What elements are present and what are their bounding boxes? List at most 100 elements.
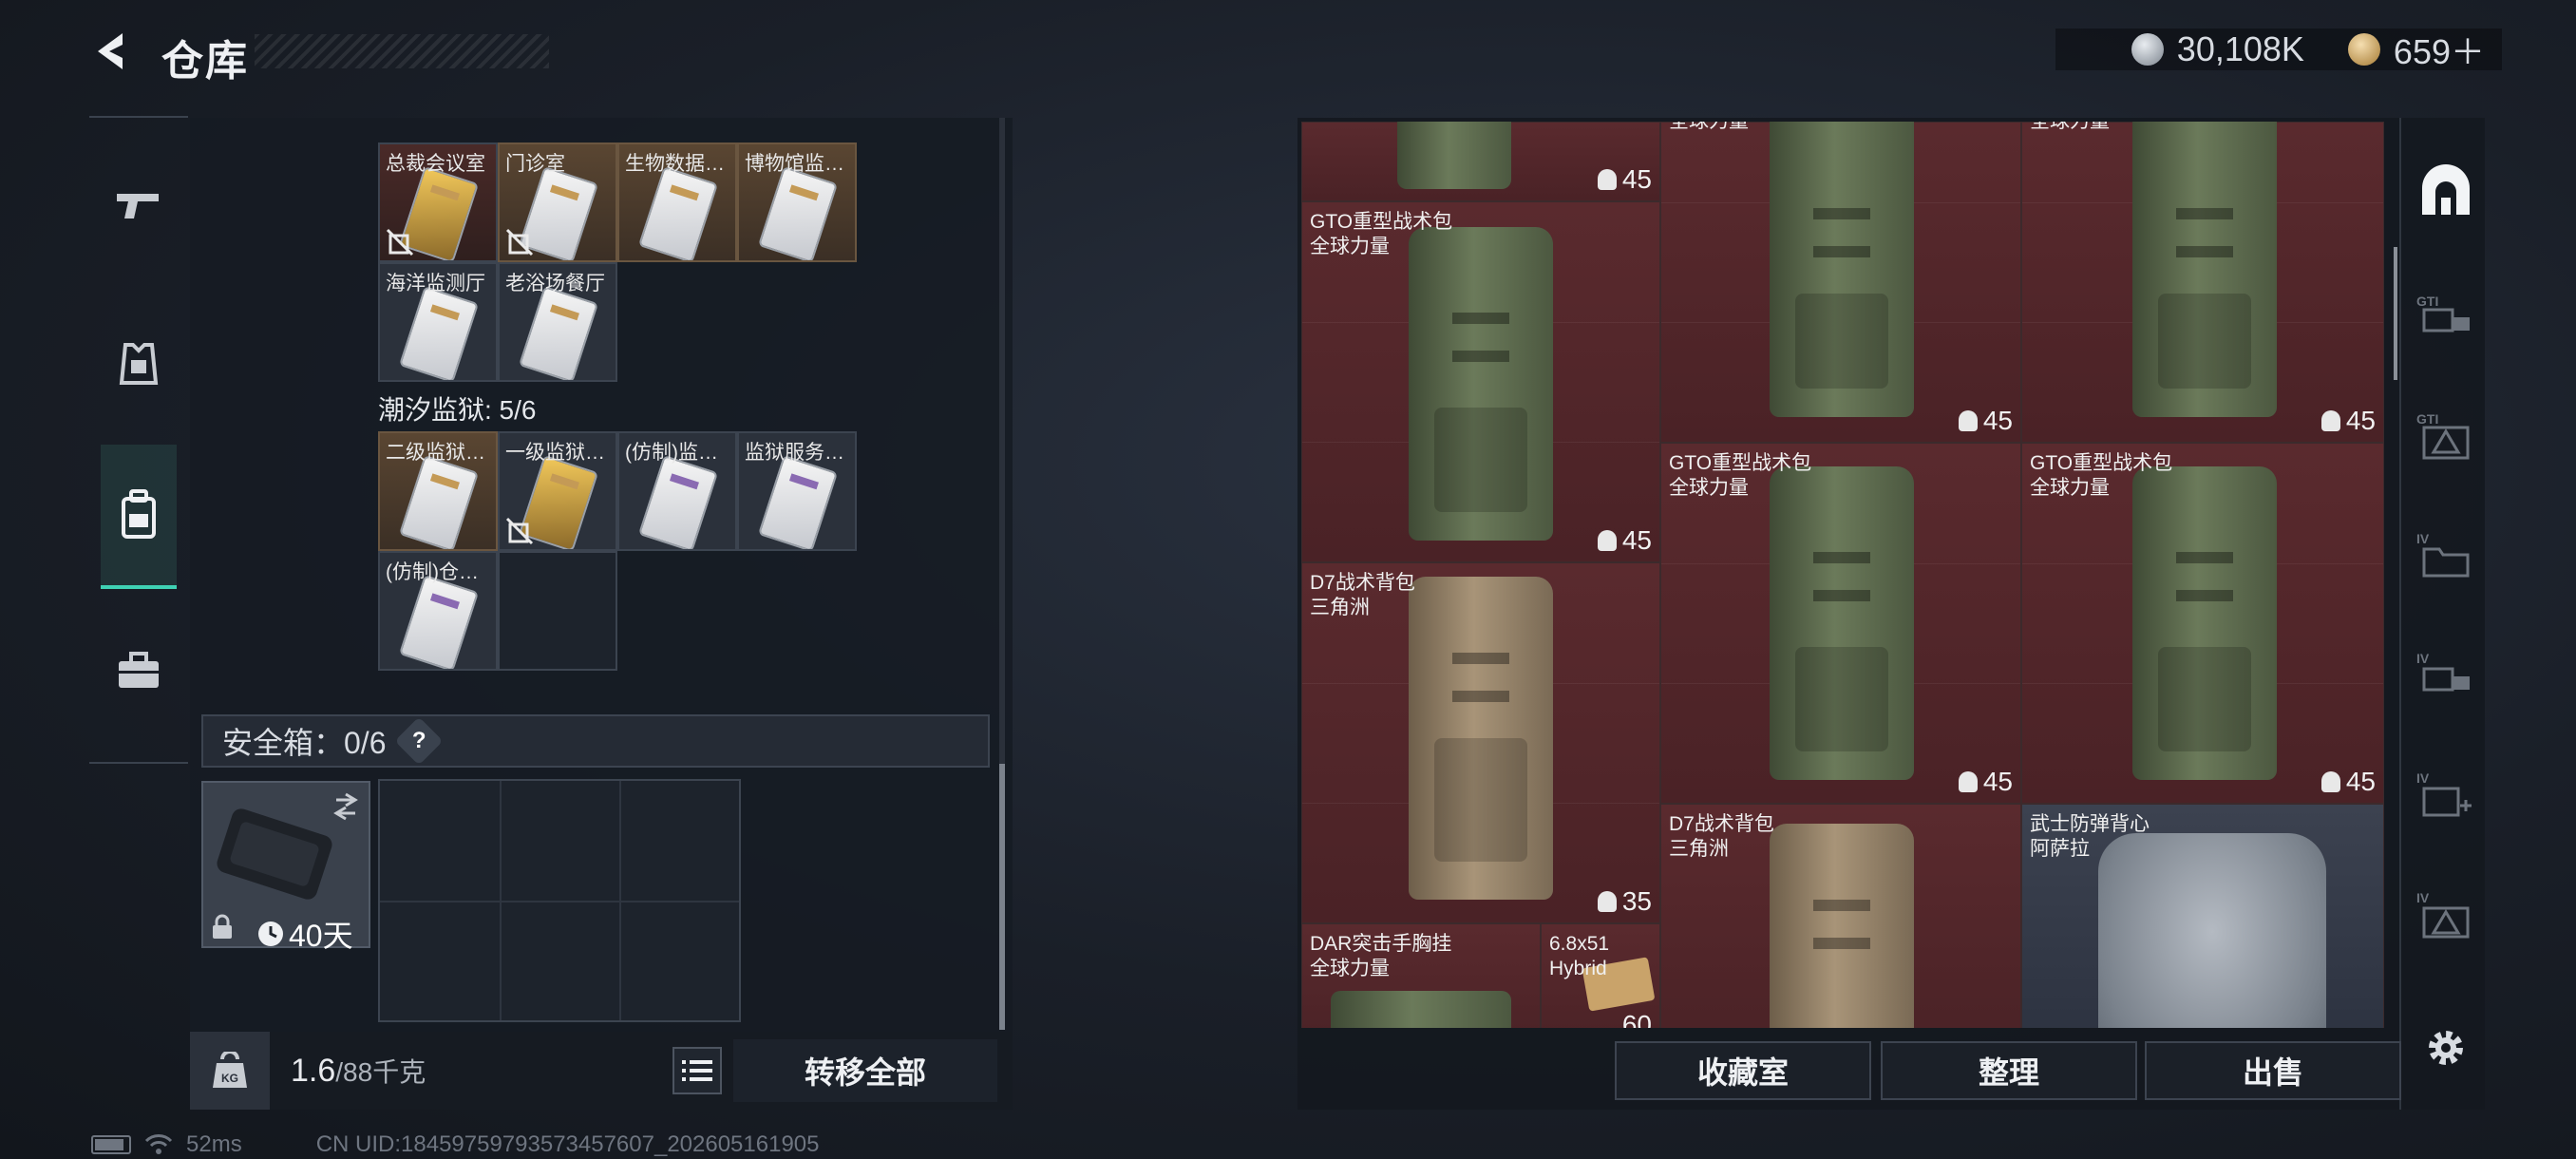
- weight-max: /88千克: [335, 1057, 426, 1087]
- safebox-label: 安全箱：0/6: [222, 726, 387, 760]
- empty-keycard-slot[interactable]: [498, 551, 617, 671]
- ping-text: 52ms: [186, 1131, 242, 1157]
- group-label-tidal-prison: 潮汐监狱: 5/6: [378, 395, 537, 425]
- keycard-name: 二级监狱…: [386, 442, 485, 464]
- stash-item-gto-2[interactable]: GTO重型战术包 全球力量 45: [1660, 443, 2021, 804]
- keycard-slot[interactable]: 门诊室: [498, 142, 617, 262]
- keycard-slot[interactable]: (仿制)仓…: [378, 551, 498, 671]
- stash-item-d7-1[interactable]: D7战术背包 三角洲 35: [1301, 562, 1660, 923]
- keycard-icon: [398, 454, 480, 549]
- keycard-icon: [518, 285, 599, 380]
- stash-scrollbar[interactable]: [2394, 247, 2397, 380]
- sort-button[interactable]: 整理: [1881, 1041, 2137, 1100]
- svg-text:IV: IV: [2416, 651, 2430, 666]
- armor-icon: [119, 343, 159, 385]
- nav-weapons[interactable]: [99, 165, 179, 245]
- keycard-slot[interactable]: 老浴场餐厅: [498, 262, 617, 382]
- keycard-name: (仿制)监…: [625, 442, 718, 464]
- stash-tab-iv-1[interactable]: IV: [2416, 526, 2475, 585]
- status-bar: 52ms CN UID:18459759793573457607_2026051…: [91, 1130, 820, 1159]
- item-name: D7战术背包 三角洲: [1310, 572, 1415, 618]
- stash-item-d7-2[interactable]: D7战术背包 三角洲: [1660, 804, 2021, 1028]
- keycard-name: 一级监狱…: [505, 442, 605, 464]
- keycard-slot[interactable]: 海洋监测厅: [378, 262, 498, 382]
- currency-bar: 30,108K 659＋: [2055, 28, 2502, 71]
- durability-icon: [1597, 530, 1617, 551]
- nav-armor[interactable]: [99, 325, 179, 405]
- stash-item-dar-rig[interactable]: DAR突击手胸挂 全球力量: [1301, 923, 1541, 1028]
- stash-item-gto-1[interactable]: GTO重型战术包 全球力量 45: [1301, 201, 1660, 562]
- gear-icon: [2429, 1031, 2463, 1065]
- keycard-name: 监狱服务…: [745, 442, 844, 464]
- nav-backpack[interactable]: [101, 445, 177, 589]
- nav-toolbox[interactable]: [99, 631, 179, 711]
- battery-icon: [91, 1135, 131, 1154]
- stash-item-ammo[interactable]: 6.8x51 Hybrid 60: [1541, 923, 1660, 1028]
- safebox-grid[interactable]: [378, 779, 741, 1022]
- keycard-slot[interactable]: (仿制)监…: [617, 431, 737, 551]
- silver-coin-icon: [2131, 33, 2164, 66]
- keycard-name: 生物数据…: [625, 153, 725, 175]
- help-icon[interactable]: ?: [394, 716, 443, 766]
- stash-item-samurai-vest[interactable]: 武士防弹背心 阿萨拉: [2021, 804, 2384, 1028]
- inventory-footer: KG 1.6/88千克 转移全部: [190, 1032, 1013, 1110]
- iv-truck-icon: IV: [2416, 651, 2470, 692]
- wifi-icon: [144, 1134, 173, 1154]
- item-name: 6.8x51 Hybrid: [1549, 933, 1610, 979]
- weight-readout: 1.6/88千克: [291, 1052, 426, 1090]
- transfer-all-button[interactable]: 转移全部: [733, 1039, 997, 1102]
- stash-page-nav: GTI GTI IV IV IV IV: [2399, 118, 2485, 1110]
- sell-button[interactable]: 出售: [2145, 1041, 2401, 1100]
- keycard-name: 总裁会议室: [386, 153, 485, 175]
- item-name: 全球力量: [2030, 122, 2110, 134]
- stash-tab-gti-1[interactable]: GTI: [2416, 287, 2475, 346]
- gti-truck-icon: GTI: [2416, 294, 2470, 332]
- durability-icon: [1958, 410, 1978, 431]
- stash-tab-iv-2[interactable]: IV: [2416, 646, 2475, 705]
- keycard-icon: [398, 574, 480, 669]
- keycard-slot[interactable]: 监狱服务…: [737, 431, 857, 551]
- collection-room-button[interactable]: 收藏室: [1615, 1041, 1871, 1100]
- weight-icon: KG: [190, 1032, 270, 1110]
- list-view-button[interactable]: [672, 1047, 722, 1094]
- keycard-slot[interactable]: 一级监狱…: [498, 431, 617, 551]
- stash-grid[interactable]: 45 GTO重型战术包 全球力量 45 D7战术背包 三角洲 35 DAR突击手胸挂…: [1301, 122, 2384, 1028]
- settings-button[interactable]: [2416, 1018, 2475, 1077]
- stash-tab-main[interactable]: [2416, 162, 2475, 220]
- stash-arch-icon: [2422, 164, 2470, 215]
- stash-tab-iv-4[interactable]: IV: [2416, 885, 2475, 944]
- list-icon: [682, 1060, 712, 1081]
- keycard-icon: [757, 165, 839, 260]
- back-button[interactable]: [87, 27, 137, 76]
- iv-warning-icon: IV: [2416, 890, 2470, 939]
- safebox-item[interactable]: 40天: [201, 781, 370, 953]
- back-arrow-icon: [98, 33, 123, 69]
- gold-coin-icon: [2347, 33, 2380, 66]
- stash-item-bag-top[interactable]: 45: [1301, 122, 1660, 201]
- durability-icon: [2320, 410, 2340, 431]
- item-name: 武士防弹背心 阿萨拉: [2030, 813, 2150, 860]
- gold-currency-value[interactable]: 659＋: [2394, 25, 2485, 74]
- keycard-slot[interactable]: 生物数据…: [617, 142, 737, 262]
- unusable-icon: [505, 228, 534, 256]
- inventory-scrollbar[interactable]: [999, 118, 1005, 1030]
- stash-item-gto-3[interactable]: GTO重型战术包 全球力量 45: [2021, 443, 2384, 804]
- keycard-icon: [637, 165, 719, 260]
- item-name: 全球力量: [1669, 122, 1749, 134]
- stash-tab-gti-2[interactable]: GTI: [2416, 407, 2475, 466]
- lock-icon: [211, 914, 234, 940]
- stash-tab-iv-3[interactable]: IV: [2416, 766, 2475, 825]
- keycard-slot[interactable]: 总裁会议室: [378, 142, 498, 262]
- keycard-icon: [398, 285, 480, 380]
- keycard-slot[interactable]: 博物馆监…: [737, 142, 857, 262]
- keycard-name: (仿制)仓…: [386, 561, 479, 583]
- keycard-name: 海洋监测厅: [386, 273, 485, 294]
- keycard-slot[interactable]: 二级监狱…: [378, 431, 498, 551]
- safe-case-icon: [217, 792, 358, 900]
- stash-item-gto-top-2[interactable]: 全球力量 45: [1660, 122, 2021, 443]
- stash-item-gto-top-3[interactable]: 全球力量 45: [2021, 122, 2384, 443]
- item-name: GTO重型战术包 全球力量: [1310, 211, 1453, 257]
- item-name: GTO重型战术包 全球力量: [1669, 452, 1812, 499]
- svg-text:IV: IV: [2416, 770, 2430, 786]
- weight-current: 1.6: [291, 1053, 336, 1089]
